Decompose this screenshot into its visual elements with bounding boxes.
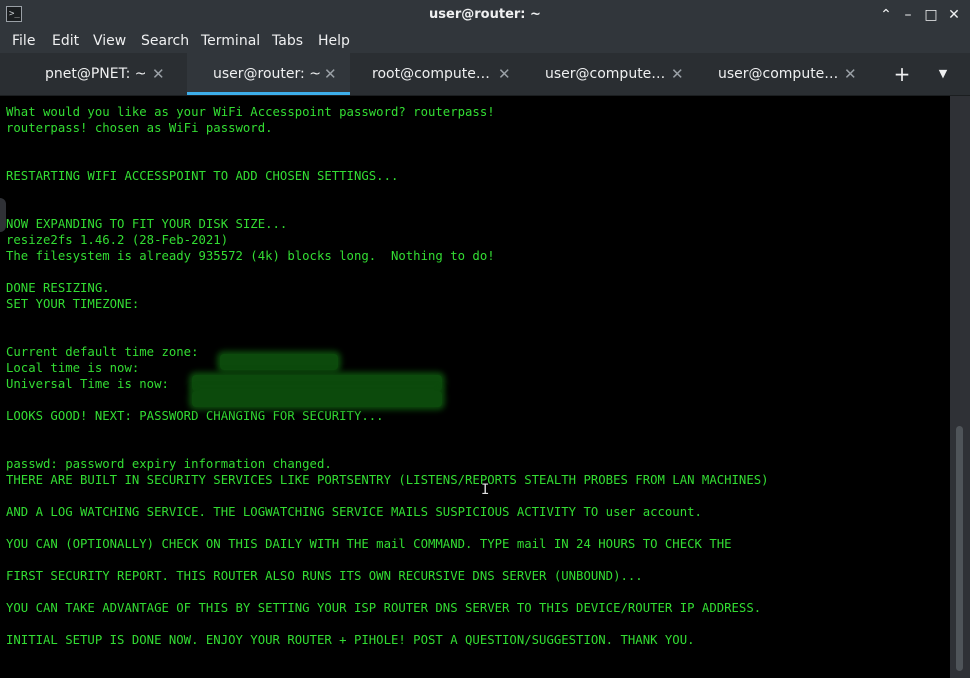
terminal-line: DONE RESIZING. (6, 281, 110, 295)
menu-terminal[interactable]: Terminal (201, 30, 260, 53)
minimize-button[interactable]: – (898, 5, 918, 25)
tab-user-router[interactable]: user@router: ~ ✕ (187, 53, 350, 95)
tab-label: user@compute… (718, 66, 839, 82)
keep-above-button[interactable]: ⌃ (876, 5, 896, 25)
maximize-button[interactable]: □ (921, 5, 941, 25)
terminal-line: passwd: password expiry information chan… (6, 457, 332, 471)
menu-help[interactable]: Help (318, 30, 350, 53)
terminal-line: Local time is now: (6, 361, 140, 375)
terminal-line: YOU CAN (OPTIONALLY) CHECK ON THIS DAILY… (6, 537, 732, 551)
tab-label: user@router: ~ (213, 66, 321, 82)
terminal-line: Current default time zone: (6, 345, 199, 359)
tab-user-compute-1[interactable]: user@compute… ✕ (525, 53, 695, 95)
close-tab-icon[interactable]: ✕ (498, 53, 511, 95)
tab-pnet[interactable]: pnet@PNET: ~ ✕ (8, 53, 178, 95)
terminal-line: Universal Time is now: (6, 377, 169, 391)
terminal-line: SET YOUR TIMEZONE: (6, 297, 140, 311)
close-tab-icon[interactable]: ✕ (844, 53, 857, 95)
window-edge-notch (0, 198, 6, 232)
window-title: user@router: ~ (429, 7, 541, 22)
close-tab-icon[interactable]: ✕ (152, 53, 165, 95)
terminal-line: AND A LOG WATCHING SERVICE. THE LOGWATCH… (6, 505, 702, 519)
terminal-line: LOOKS GOOD! NEXT: PASSWORD CHANGING FOR … (6, 409, 384, 423)
close-tab-icon[interactable]: ✕ (324, 53, 337, 95)
scrollbar-thumb[interactable] (956, 426, 963, 671)
redacted-universal-time (192, 391, 442, 407)
tab-user-compute-2[interactable]: user@compute… ✕ (698, 53, 868, 95)
terminal-line: FIRST SECURITY REPORT. THIS ROUTER ALSO … (6, 569, 643, 583)
tab-root-compute[interactable]: root@compute… ✕ (352, 53, 522, 95)
new-tab-button[interactable]: + (890, 53, 914, 95)
terminal-line: YOU CAN TAKE ADVANTAGE OF THIS BY SETTIN… (6, 601, 762, 615)
redacted-timezone (220, 354, 338, 370)
terminal-line: THERE ARE BUILT IN SECURITY SERVICES LIK… (6, 473, 769, 487)
menu-bar: File Edit View Search Terminal Tabs Help (0, 30, 970, 53)
menu-file[interactable]: File (12, 30, 35, 53)
menu-tabs[interactable]: Tabs (272, 30, 303, 53)
terminal-line: NOW EXPANDING TO FIT YOUR DISK SIZE... (6, 217, 288, 231)
tab-bar: pnet@PNET: ~ ✕ user@router: ~ ✕ root@com… (0, 53, 970, 96)
tab-label: user@compute… (545, 66, 666, 82)
terminal-line: The filesystem is already 935572 (4k) bl… (6, 249, 495, 263)
text-cursor-icon: I (481, 482, 490, 498)
terminal-line: What would you like as your WiFi Accessp… (6, 105, 495, 119)
terminal-line: resize2fs 1.46.2 (28-Feb-2021) (6, 233, 229, 247)
terminal-line: RESTARTING WIFI ACCESSPOINT TO ADD CHOSE… (6, 169, 399, 183)
tab-label: pnet@PNET: ~ (45, 66, 147, 82)
terminal-line: routerpass! chosen as WiFi password. (6, 121, 273, 135)
tab-label: root@compute… (372, 66, 490, 82)
close-tab-icon[interactable]: ✕ (671, 53, 684, 95)
terminal-output[interactable]: What would you like as your WiFi Accessp… (0, 96, 950, 678)
terminal-line: INITIAL SETUP IS DONE NOW. ENJOY YOUR RO… (6, 633, 695, 647)
title-bar: >_ user@router: ~ ⌃ – □ ✕ (0, 0, 970, 30)
redacted-local-time (192, 375, 442, 391)
tab-list-dropdown-icon[interactable]: ▼ (932, 53, 954, 95)
close-window-button[interactable]: ✕ (944, 5, 964, 25)
menu-edit[interactable]: Edit (52, 30, 79, 53)
menu-search[interactable]: Search (141, 30, 189, 53)
vertical-scrollbar[interactable] (950, 96, 970, 678)
menu-view[interactable]: View (93, 30, 126, 53)
